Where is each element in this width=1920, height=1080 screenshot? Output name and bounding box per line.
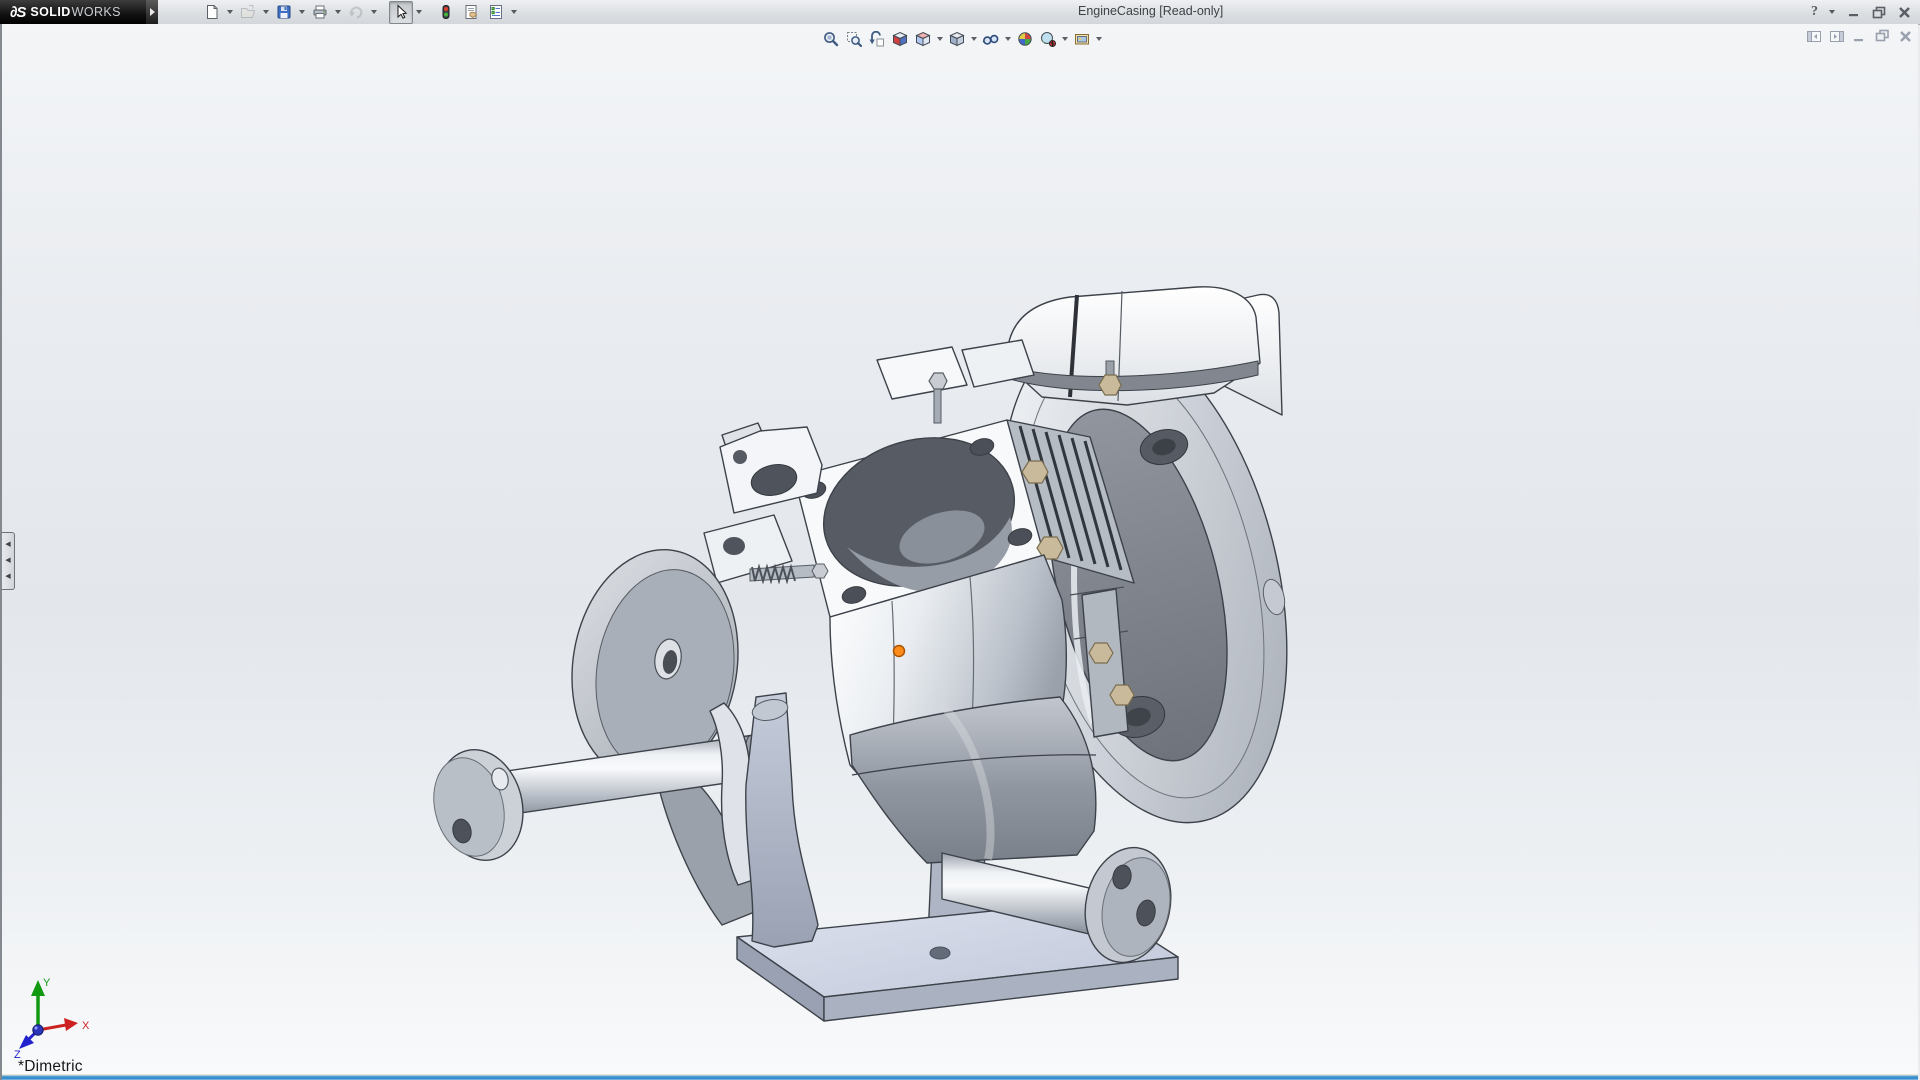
zoom-to-fit-button[interactable] xyxy=(820,29,841,48)
restore-document-icon xyxy=(1875,29,1890,43)
new-document-icon xyxy=(204,4,220,20)
top-cover xyxy=(1007,287,1260,405)
minimize-document-icon xyxy=(1853,30,1866,43)
view-settings-button[interactable] xyxy=(1071,29,1092,48)
document-title: EngineCasing [Read-only] xyxy=(1078,4,1223,18)
select-button[interactable] xyxy=(389,1,413,24)
rebuild-trafficlight-icon xyxy=(438,4,454,20)
appearance-ball-icon xyxy=(1017,31,1033,47)
close-icon xyxy=(1898,6,1911,19)
feature-pane-collapsed-tab[interactable]: ◀ ◀ ◀ xyxy=(2,532,15,590)
pane-left-icon xyxy=(1806,29,1822,44)
display-style-icon xyxy=(949,31,965,47)
zoom-to-area-icon xyxy=(846,31,862,47)
section-view-icon xyxy=(892,31,908,47)
view-orientation-dropdown[interactable] xyxy=(935,29,944,48)
print-dropdown[interactable] xyxy=(333,2,343,23)
heads-up-view-toolbar xyxy=(820,29,1103,48)
window-controls: ? xyxy=(1811,0,1912,24)
selection-point-marker[interactable] xyxy=(894,646,905,657)
view-settings-icon xyxy=(1074,31,1090,47)
viewport-bottom-border xyxy=(2,1074,1918,1080)
view-orientation-button[interactable] xyxy=(912,29,933,48)
open-folder-icon xyxy=(240,4,256,20)
x-axis-label: X xyxy=(82,1020,90,1032)
display-style-button[interactable] xyxy=(946,29,967,48)
zoom-to-fit-icon xyxy=(823,31,839,47)
standard-toolbar xyxy=(200,1,519,24)
close-document-icon xyxy=(1899,30,1912,43)
close-button[interactable] xyxy=(1896,4,1912,20)
hide-show-items-button[interactable] xyxy=(980,29,1001,48)
y-axis-label: Y xyxy=(43,977,51,989)
select-cursor-icon xyxy=(393,4,409,20)
toggle-left-pane-button[interactable] xyxy=(1805,28,1822,44)
undo-dropdown[interactable] xyxy=(369,2,379,23)
section-view-button[interactable] xyxy=(889,29,910,48)
title-bar: ∂S SOLID WORKS xyxy=(0,0,1920,25)
new-dropdown[interactable] xyxy=(225,2,235,23)
close-document-button[interactable] xyxy=(1897,28,1914,44)
previous-view-icon xyxy=(869,31,885,47)
brand-solid: SOLID xyxy=(30,5,70,19)
open-dropdown[interactable] xyxy=(261,2,271,23)
toggle-right-pane-button[interactable] xyxy=(1828,28,1845,44)
file-properties-button[interactable] xyxy=(459,1,483,24)
eyeglasses-icon xyxy=(982,31,999,47)
undo-button[interactable] xyxy=(344,1,368,24)
undo-arrow-icon xyxy=(348,4,364,20)
save-floppy-icon xyxy=(276,4,292,20)
rebuild-button[interactable] xyxy=(434,1,458,24)
options-checklist-icon xyxy=(488,4,504,20)
pane-right-icon xyxy=(1829,29,1845,44)
ds-logo-mark: ∂S xyxy=(10,4,25,21)
restore-document-button[interactable] xyxy=(1874,28,1891,44)
display-style-dropdown[interactable] xyxy=(969,29,978,48)
new-document-button[interactable] xyxy=(200,1,224,24)
print-icon xyxy=(312,4,328,20)
solidworks-logo: ∂S SOLID WORKS xyxy=(0,0,146,24)
zoom-to-area-button[interactable] xyxy=(843,29,864,48)
open-button[interactable] xyxy=(236,1,260,24)
save-button[interactable] xyxy=(272,1,296,24)
menu-expander-arrow[interactable] xyxy=(146,0,158,24)
stand-front-bracket xyxy=(746,693,818,947)
hide-show-items-dropdown[interactable] xyxy=(1003,29,1012,48)
engine-casing-model[interactable] xyxy=(422,265,1322,1055)
document-window-controls xyxy=(1805,28,1914,44)
minimize-document-button[interactable] xyxy=(1851,28,1868,44)
view-orientation-icon xyxy=(915,31,931,47)
select-dropdown[interactable] xyxy=(414,2,424,23)
help-dropdown[interactable] xyxy=(1827,2,1837,23)
print-button[interactable] xyxy=(308,1,332,24)
apply-scene-icon xyxy=(1040,31,1056,47)
graphics-area[interactable]: ◀ ◀ ◀ xyxy=(0,24,1918,1080)
options-dropdown[interactable] xyxy=(509,2,519,23)
previous-view-button[interactable] xyxy=(866,29,887,48)
restore-icon xyxy=(1872,6,1886,19)
file-properties-icon xyxy=(463,4,479,20)
help-button[interactable]: ? xyxy=(1811,4,1818,20)
apply-scene-dropdown[interactable] xyxy=(1060,29,1069,48)
apply-scene-button[interactable] xyxy=(1037,29,1058,48)
brand-works: WORKS xyxy=(72,5,121,19)
view-settings-dropdown[interactable] xyxy=(1094,29,1103,48)
options-button[interactable] xyxy=(484,1,508,24)
minimize-icon xyxy=(1848,6,1860,18)
restore-button[interactable] xyxy=(1871,4,1887,20)
minimize-button[interactable] xyxy=(1846,4,1862,20)
reference-triad: Y X Z xyxy=(8,972,103,1072)
edit-appearance-button[interactable] xyxy=(1014,29,1035,48)
save-dropdown[interactable] xyxy=(297,2,307,23)
